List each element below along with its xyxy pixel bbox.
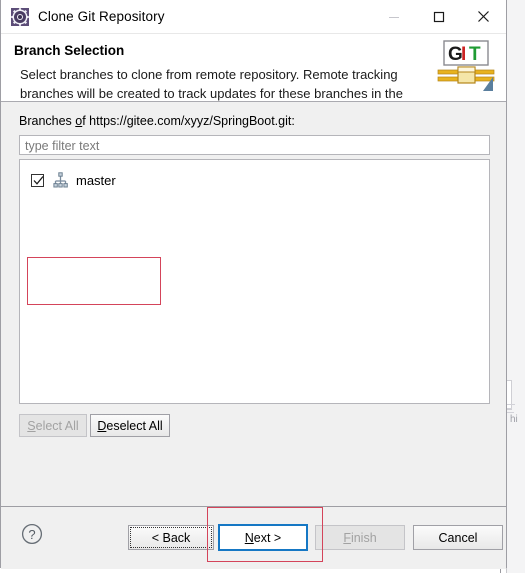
git-logo-icon: G I T [436, 39, 498, 99]
title-bar: Clone Git Repository [1, 0, 506, 34]
gear-circle-icon [10, 7, 30, 27]
cancel-button[interactable]: Cancel [413, 525, 503, 550]
close-icon [478, 11, 489, 22]
branches-label-post: f https://gitee.com/xyyz/SpringBoot.git: [82, 114, 295, 128]
branch-name: master [76, 172, 116, 188]
page-description: Select branches to clone from remote rep… [20, 67, 403, 101]
branch-list[interactable]: master [19, 159, 490, 404]
maximize-button[interactable] [416, 0, 461, 33]
back-label: < Back [151, 530, 191, 545]
svg-text:I: I [461, 44, 466, 65]
question-mark-icon: ? [21, 523, 43, 545]
finish-button[interactable]: Finish [315, 525, 405, 550]
checkmark-icon [33, 175, 44, 185]
select-all-label: elect All [35, 418, 79, 433]
help-button[interactable]: ? [21, 523, 43, 545]
branch-checkbox[interactable] [31, 173, 44, 187]
deselect-all-label: eselect All [106, 418, 163, 433]
svg-text:?: ? [28, 527, 35, 542]
filter-input[interactable] [19, 135, 490, 155]
clone-git-repository-dialog: Clone Git Repository Branch Selection Se… [0, 0, 507, 569]
wizard-header: Branch Selection Select branches to clon… [1, 34, 506, 102]
background-ghost-text: hi [510, 414, 518, 425]
page-title: Branch Selection [14, 43, 125, 58]
next-button[interactable]: Next > [218, 524, 308, 551]
background-side-strip [506, 0, 525, 573]
minimize-icon [388, 16, 399, 18]
branches-label-pre: Branches [19, 114, 76, 128]
next-label: ext > [253, 530, 282, 545]
back-button[interactable]: < Back [128, 525, 214, 550]
close-button[interactable] [461, 0, 506, 33]
finish-mnemonic: F [343, 530, 351, 545]
wizard-body: Branches of https://gitee.com/xyyz/Sprin… [1, 102, 506, 506]
select-all-mnemonic: S [27, 418, 36, 433]
window-controls [371, 0, 506, 33]
list-item[interactable]: master [20, 169, 489, 191]
cancel-label: Cancel [438, 530, 478, 545]
desktop-backdrop: hi Clone Git Repository Branch Selection… [0, 0, 525, 573]
git-branch-icon [52, 171, 69, 189]
select-all-button[interactable]: Select All [19, 414, 87, 437]
maximize-icon [433, 11, 444, 22]
svg-text:T: T [469, 44, 481, 65]
next-mnemonic: N [244, 530, 254, 545]
minimize-button[interactable] [371, 0, 416, 33]
window-title: Clone Git Repository [38, 9, 165, 24]
branches-label: Branches of https://gitee.com/xyyz/Sprin… [19, 114, 295, 128]
finish-label: inish [350, 530, 377, 545]
deselect-all-button[interactable]: Deselect All [90, 414, 170, 437]
